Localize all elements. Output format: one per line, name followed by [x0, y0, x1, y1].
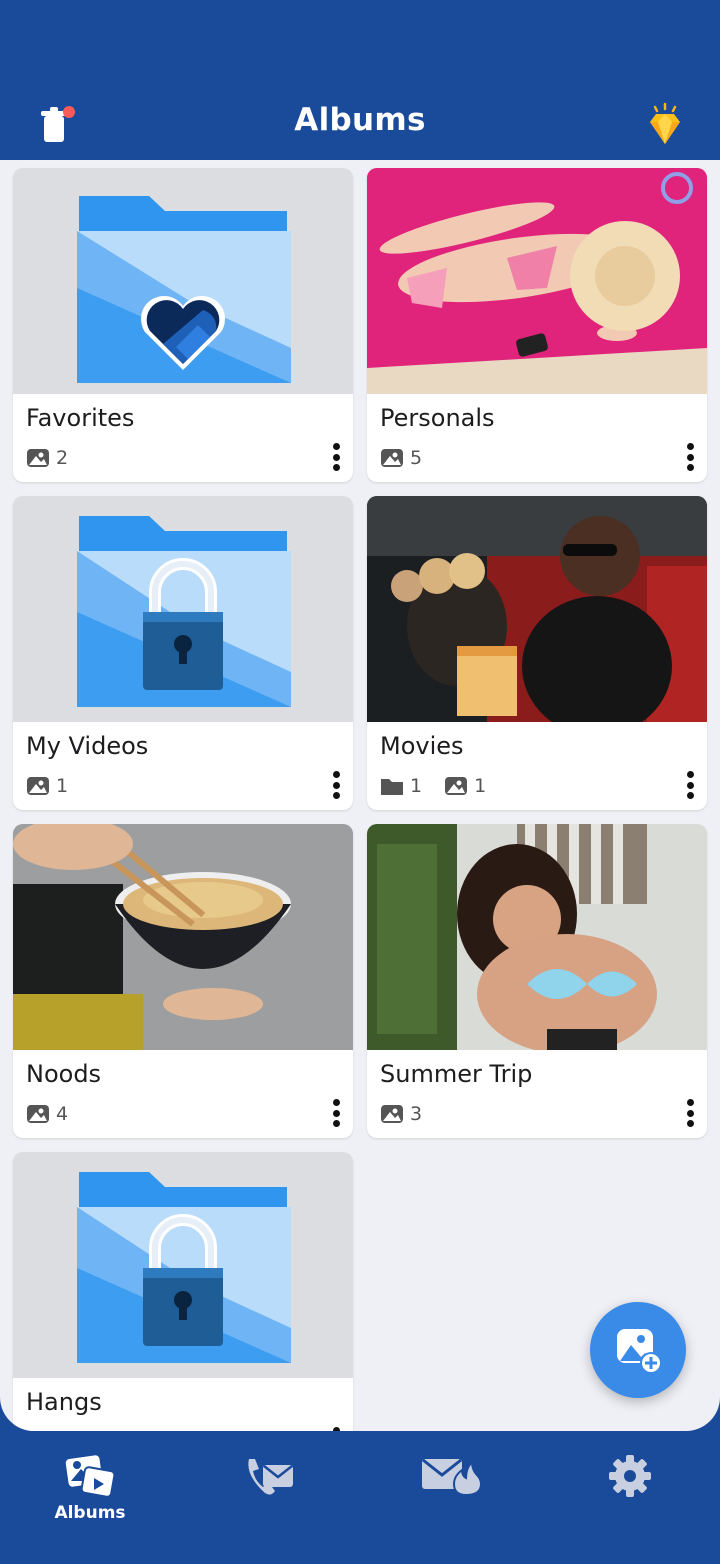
albums-grid: Favorites 2 Personals 5 My Videos 1 Movi…	[0, 160, 720, 1431]
album-name: Summer Trip	[380, 1060, 533, 1088]
album-name: Personals	[380, 404, 495, 432]
album-counts: 5	[380, 447, 422, 469]
album-name: Favorites	[26, 404, 135, 432]
album-photo	[367, 496, 707, 722]
mail-fire-icon	[422, 1458, 480, 1497]
phone-mail-icon	[248, 1459, 293, 1495]
image-icon	[381, 449, 403, 467]
image-icon	[27, 777, 49, 795]
image-icon	[27, 1105, 49, 1123]
albums-icon	[65, 1455, 116, 1498]
album-counts: 3	[380, 1103, 422, 1125]
album-menu-button[interactable]	[683, 1097, 697, 1129]
album-thumbnail	[367, 496, 707, 722]
album-counts: 4	[26, 1103, 68, 1125]
photo-count: 4	[56, 1103, 69, 1125]
folder-lock-icon	[77, 516, 291, 707]
photo-count: 3	[410, 1103, 423, 1125]
album-menu-button[interactable]	[329, 1097, 343, 1129]
album-thumbnail	[367, 168, 707, 394]
image-icon	[445, 777, 468, 795]
premium-button[interactable]	[640, 100, 690, 150]
photo-count: 5	[410, 447, 423, 469]
folder-heart-icon	[77, 196, 291, 383]
album-thumbnail	[13, 496, 353, 722]
album-photo	[367, 824, 707, 1050]
album-thumbnail	[13, 824, 353, 1050]
folder-lock-icon	[77, 1172, 291, 1363]
diamond-icon	[650, 102, 680, 144]
photo-count: 1	[474, 775, 487, 797]
album-card-movies[interactable]: Movies 1 1	[367, 496, 707, 810]
album-name: My Videos	[26, 732, 149, 760]
album-menu-button[interactable]	[329, 769, 343, 801]
album-card-summer-trip[interactable]: Summer Trip 3	[367, 824, 707, 1138]
album-menu-button[interactable]	[683, 441, 697, 473]
page-title: Albums	[294, 102, 426, 138]
album-thumbnail	[367, 824, 707, 1050]
folder-count: 1	[410, 775, 423, 797]
album-menu-button[interactable]	[683, 769, 697, 801]
album-thumbnail	[13, 168, 353, 394]
folder-icon	[381, 779, 403, 795]
album-card-hangs[interactable]: Hangs	[13, 1152, 353, 1431]
nav-messages[interactable]	[390, 1453, 510, 1563]
image-icon	[27, 449, 49, 467]
photo-count: 2	[56, 447, 69, 469]
nav-settings[interactable]	[570, 1453, 690, 1563]
photo-count: 1	[56, 775, 69, 797]
add-album-button[interactable]	[590, 1302, 686, 1398]
nav-contacts[interactable]	[210, 1453, 330, 1563]
album-counts: 1 1	[380, 775, 486, 797]
album-card-favorites[interactable]: Favorites 2	[13, 168, 353, 482]
album-thumbnail	[13, 1152, 353, 1378]
image-icon	[381, 1105, 403, 1123]
app-header: Albums	[0, 0, 720, 160]
album-counts: 2	[26, 447, 68, 469]
bottom-navigation: Albums	[0, 1431, 720, 1564]
album-photo	[367, 168, 707, 394]
nav-albums-label: Albums	[54, 1503, 126, 1523]
album-name: Hangs	[26, 1388, 102, 1416]
album-name: Movies	[380, 732, 464, 760]
add-photo-icon	[617, 1329, 662, 1374]
nav-albums[interactable]: Albums	[30, 1453, 150, 1563]
album-name: Noods	[26, 1060, 102, 1088]
album-photo	[13, 824, 353, 1050]
album-counts: 1	[26, 775, 68, 797]
gear-icon	[609, 1455, 651, 1497]
album-card-my-videos[interactable]: My Videos 1	[13, 496, 353, 810]
album-menu-button[interactable]	[329, 441, 343, 473]
album-card-noods[interactable]: Noods 4	[13, 824, 353, 1138]
album-card-personals[interactable]: Personals 5	[367, 168, 707, 482]
